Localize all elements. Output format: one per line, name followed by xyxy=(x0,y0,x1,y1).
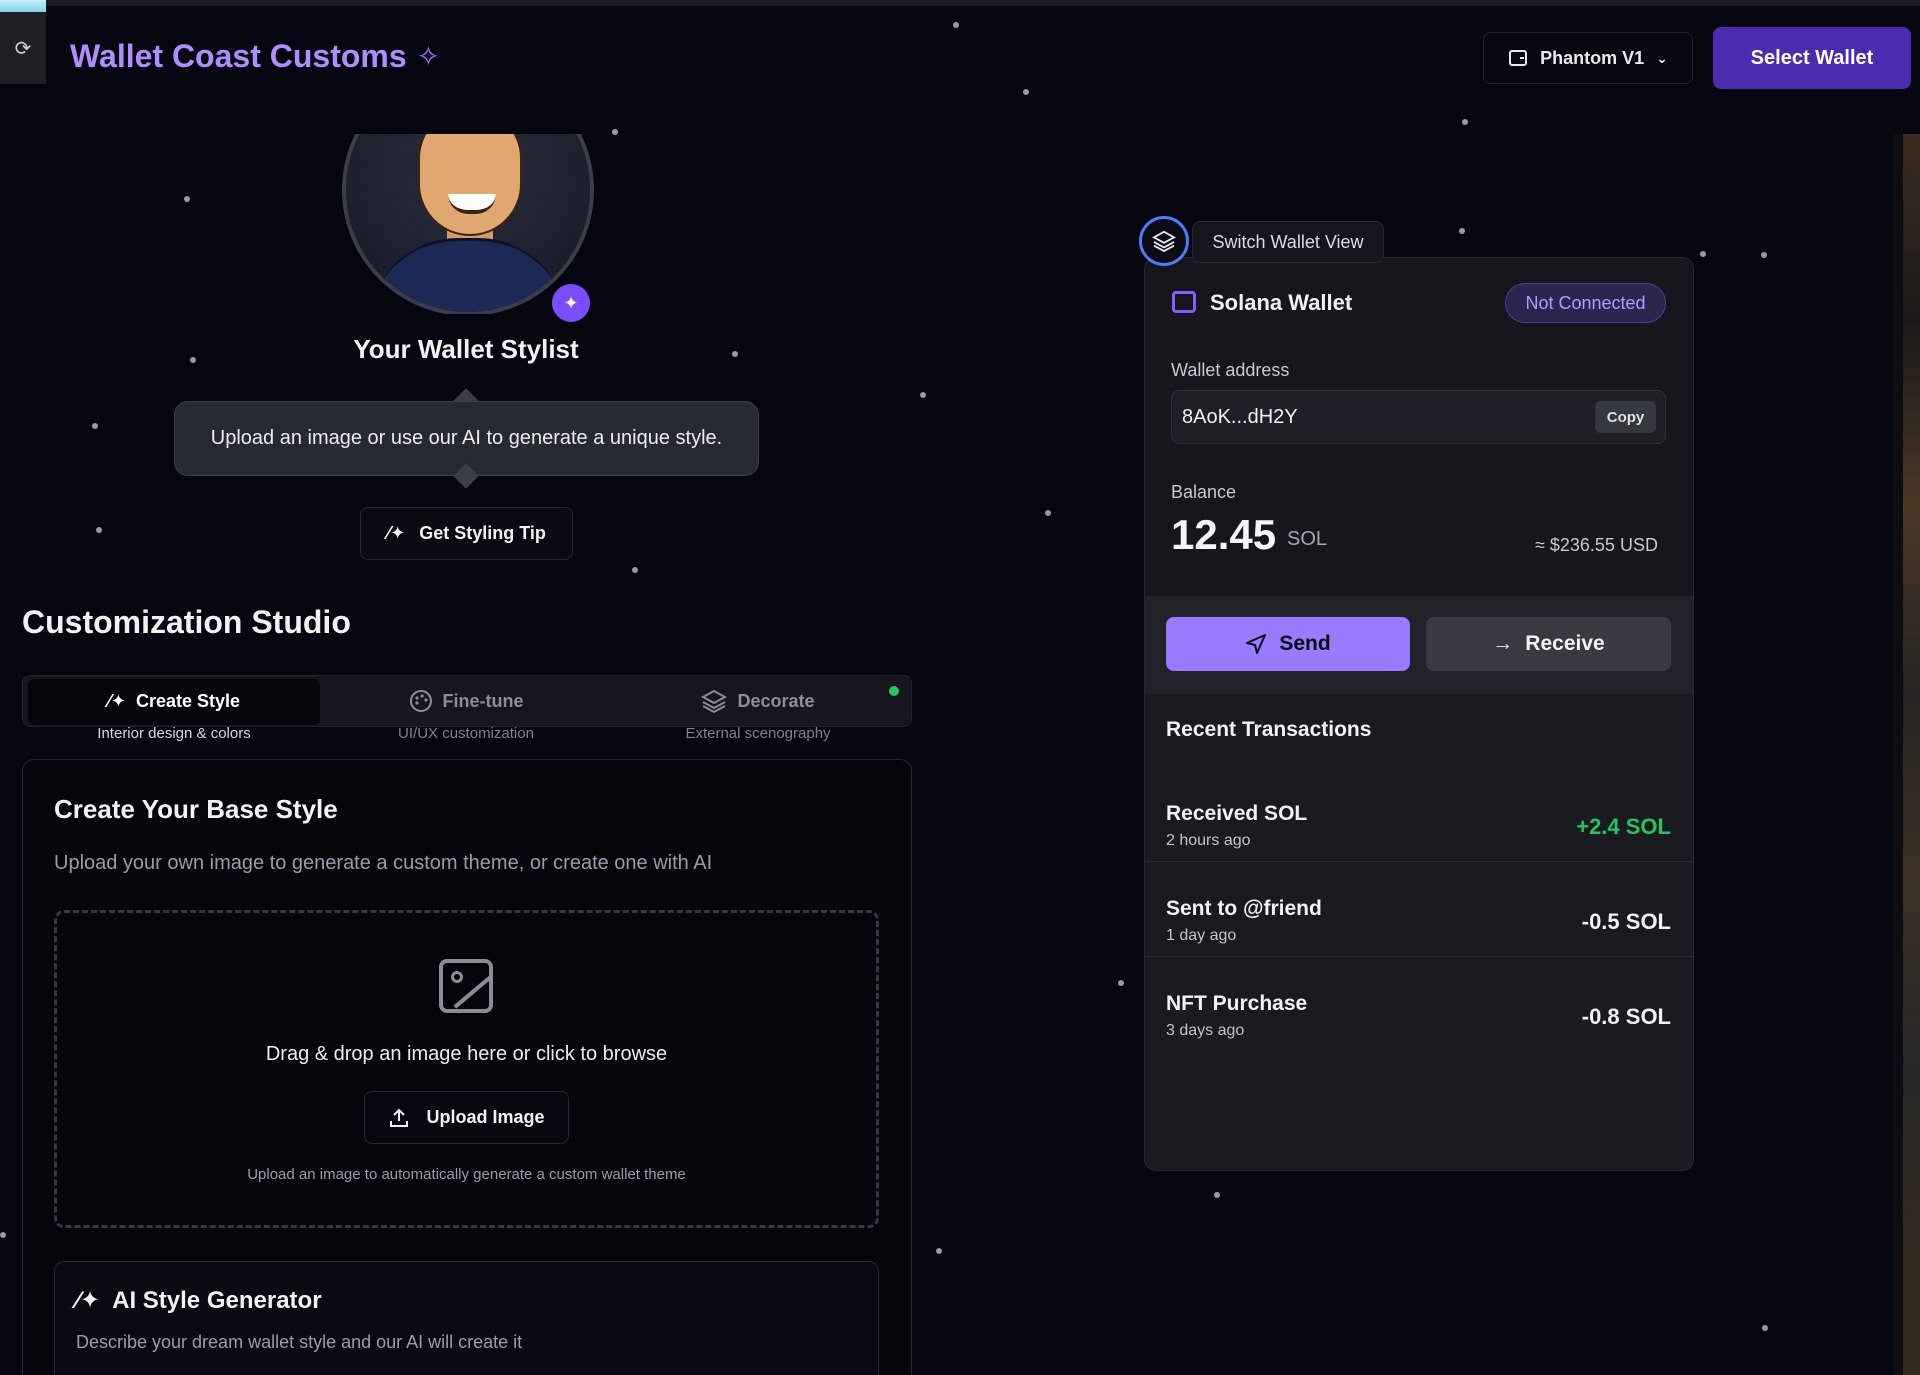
magic-wand-icon: ⁄✦ xyxy=(387,523,406,543)
stylist-message: Upload an image or use our AI to generat… xyxy=(210,427,723,449)
transaction-amount: -0.8 SOL xyxy=(1581,1004,1671,1029)
upload-image-label: Upload Image xyxy=(426,1107,545,1127)
adjacent-window-edge xyxy=(1893,134,1920,1375)
reload-button[interactable]: ⟳ xyxy=(0,12,46,84)
upload-icon xyxy=(390,1108,409,1127)
app-title[interactable]: Wallet Coast Customs ✧ xyxy=(70,38,440,75)
balance-unit: SOL xyxy=(1287,528,1328,550)
chevron-down-icon: ⌄ xyxy=(1656,49,1668,66)
transaction-title: Received SOL xyxy=(1166,802,1308,825)
transaction-row[interactable]: NFT Purchase 3 days ago -0.8 SOL xyxy=(1144,978,1694,1072)
sparkle-icon: ✧ xyxy=(416,41,441,72)
ai-generator-heading: ⁄✦ AI Style Generator xyxy=(76,1286,322,1315)
send-button[interactable]: Send xyxy=(1166,617,1410,671)
tab-create-style[interactable]: ⁄✦ Create Style Interior design & colors xyxy=(28,679,320,767)
magic-wand-icon: ⁄✦ xyxy=(107,690,127,711)
transaction-row[interactable]: Sent to @friend 1 day ago -0.5 SOL xyxy=(1144,883,1694,977)
tab-fine-tune[interactable]: Fine-tune UI/UX customization xyxy=(320,683,612,767)
switch-wallet-view-label[interactable]: Switch Wallet View xyxy=(1192,221,1384,263)
app-title-text: Wallet Coast Customs xyxy=(70,38,407,74)
tab-fine-tune-label: Fine-tune xyxy=(442,690,524,711)
ai-generator-title: AI Style Generator xyxy=(112,1286,322,1314)
ai-generator-subtitle: Describe your dream wallet style and our… xyxy=(76,1332,523,1352)
magic-wand-icon: ⁄✦ xyxy=(76,1287,101,1314)
layers-icon xyxy=(701,689,728,713)
wallet-name: Solana Wallet xyxy=(1210,290,1353,315)
transaction-time: 3 days ago xyxy=(1166,1022,1245,1039)
transaction-title: Sent to @friend xyxy=(1166,897,1322,920)
arrow-right-icon: → xyxy=(1492,632,1514,655)
layers-icon xyxy=(1152,230,1176,252)
balance-value: 12.45 xyxy=(1171,511,1277,558)
upload-image-button[interactable]: Upload Image xyxy=(364,1091,569,1144)
window-corner xyxy=(0,0,46,12)
tab-decorate[interactable]: Decorate External scenography xyxy=(612,683,904,767)
transaction-amount: +2.4 SOL xyxy=(1576,814,1671,839)
address-label: Wallet address xyxy=(1171,360,1290,380)
tab-create-style-subtitle: Interior design & colors xyxy=(97,725,251,742)
receive-button[interactable]: → Receive xyxy=(1426,617,1671,671)
wallet-icon xyxy=(1509,50,1528,66)
transaction-title: NFT Purchase xyxy=(1166,992,1308,1015)
base-style-title: Create Your Base Style xyxy=(54,794,338,824)
divider xyxy=(1144,861,1694,862)
receive-label: Receive xyxy=(1525,632,1605,655)
divider xyxy=(1144,956,1694,957)
balance-usd: ≈ $236.55 USD xyxy=(1535,535,1658,555)
dropzone-text: Drag & drop an image here or click to br… xyxy=(265,1043,668,1065)
ai-style-generator-card xyxy=(54,1261,879,1375)
recent-transactions-title: Recent Transactions xyxy=(1166,718,1372,741)
upload-hint: Upload an image to automatically generat… xyxy=(247,1166,686,1183)
tab-fine-tune-subtitle: UI/UX customization xyxy=(398,725,534,742)
base-style-subtitle: Upload your own image to generate a cust… xyxy=(54,852,713,874)
send-icon xyxy=(1246,634,1267,654)
network-select-label: Phantom V1 xyxy=(1540,47,1645,68)
select-wallet-button[interactable]: Select Wallet xyxy=(1713,27,1911,89)
transaction-amount: -0.5 SOL xyxy=(1581,909,1671,934)
copy-address-button[interactable]: Copy xyxy=(1595,401,1656,433)
transaction-time: 2 hours ago xyxy=(1166,832,1251,849)
get-styling-tip-button[interactable]: ⁄✦ Get Styling Tip xyxy=(360,507,573,560)
tab-decorate-label: Decorate xyxy=(737,690,815,711)
image-icon xyxy=(439,959,493,1013)
transaction-row[interactable]: Received SOL 2 hours ago +2.4 SOL xyxy=(1144,788,1694,882)
transaction-time: 1 day ago xyxy=(1166,927,1237,944)
studio-title: Customization Studio xyxy=(22,604,351,640)
browser-top-bar xyxy=(0,0,1920,6)
get-styling-tip-label: Get Styling Tip xyxy=(419,523,546,543)
send-label: Send xyxy=(1279,632,1331,655)
balance-label: Balance xyxy=(1171,482,1237,502)
wallet-icon xyxy=(1172,291,1196,313)
magic-wand-badge-icon: ✦ xyxy=(552,284,590,322)
network-select[interactable]: Phantom V1 ⌄ xyxy=(1483,32,1693,84)
reload-icon: ⟳ xyxy=(14,37,32,60)
palette-icon xyxy=(409,690,432,712)
tab-create-style-label: Create Style xyxy=(136,690,241,711)
switch-wallet-view-button[interactable] xyxy=(1139,216,1189,266)
wallet-address: 8AoK...dH2Y xyxy=(1182,406,1298,428)
tab-decorate-subtitle: External scenography xyxy=(685,725,831,742)
connection-status-badge: Not Connected xyxy=(1505,283,1666,323)
status-dot xyxy=(889,686,899,696)
stylist-title: Your Wallet Stylist xyxy=(353,334,579,364)
